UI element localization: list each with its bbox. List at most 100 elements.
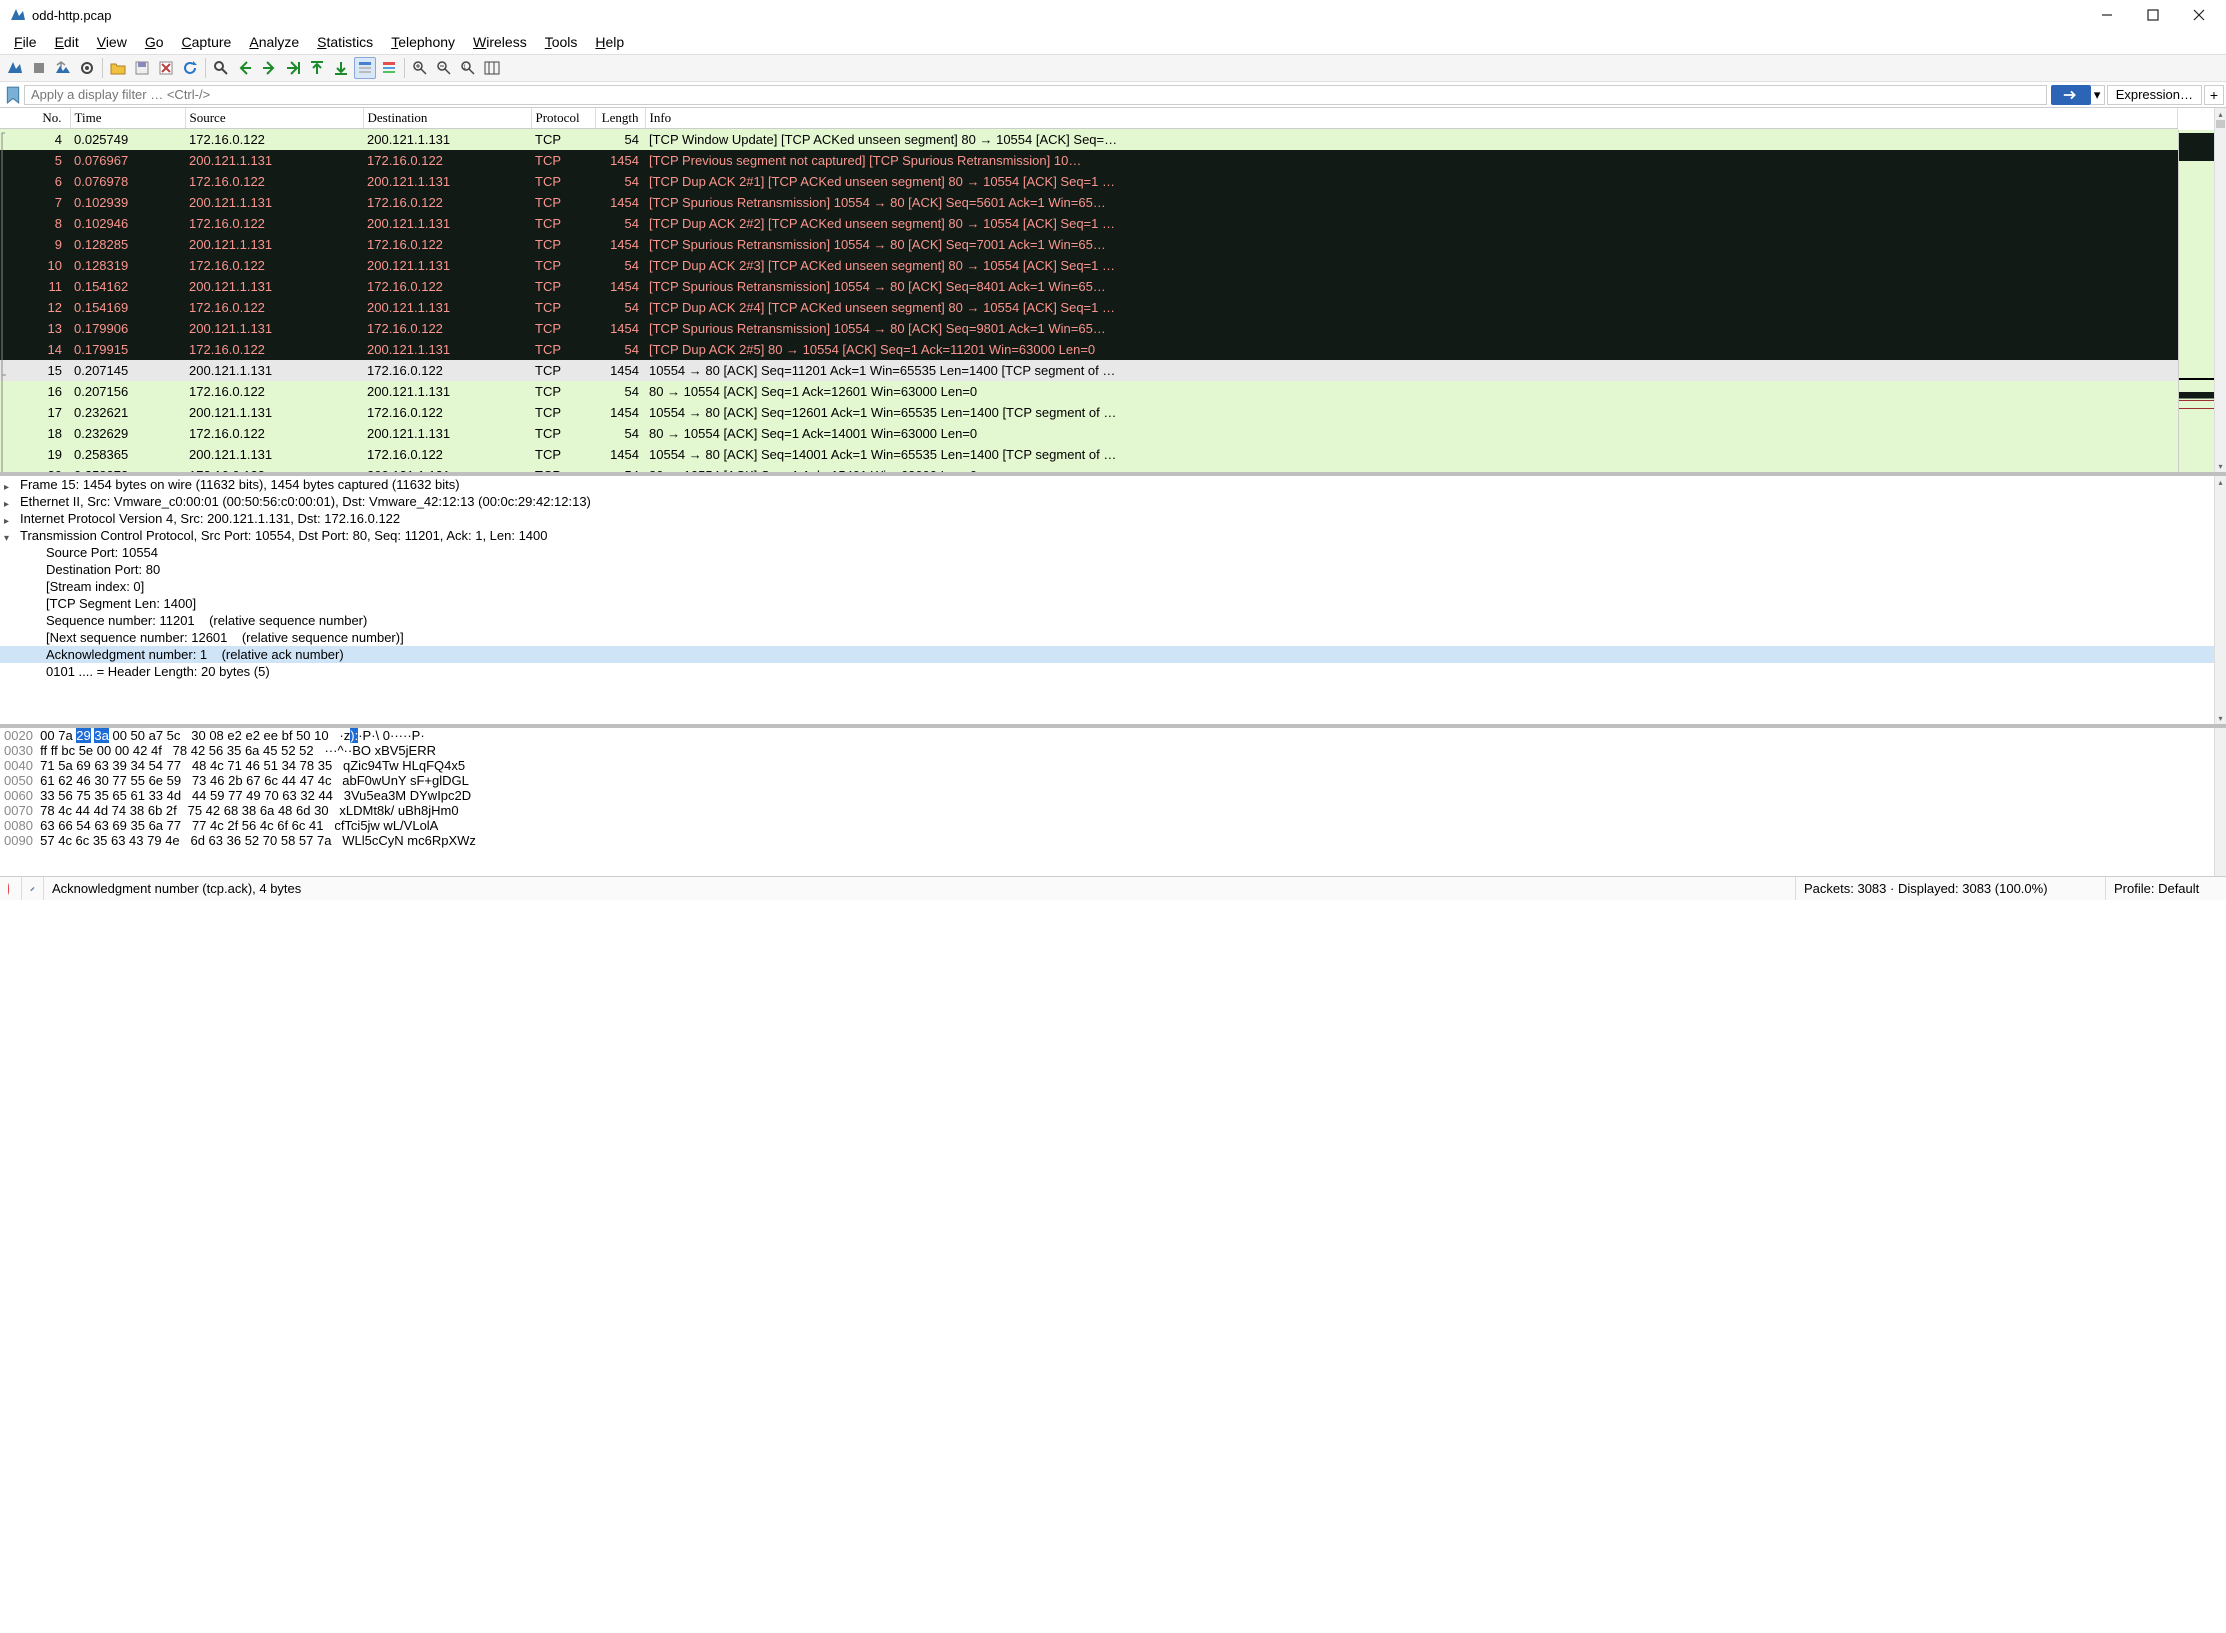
hex-line[interactable]: 0060 33 56 75 35 65 61 33 4d 44 59 77 49… (0, 788, 2226, 803)
hex-line[interactable]: 0020 00 7a 29 3a 00 50 a7 5c 30 08 e2 e2… (0, 728, 2226, 743)
details-scrollbar[interactable]: ▴ ▾ (2214, 476, 2226, 724)
packet-row[interactable]: 140.179915172.16.0.122200.121.1.131TCP54… (0, 339, 2178, 360)
menu-statistics[interactable]: Statistics (309, 32, 381, 52)
expert-info-button[interactable] (8, 883, 9, 895)
packet-row[interactable]: 180.232629172.16.0.122200.121.1.131TCP54… (0, 423, 2178, 444)
expand-icon[interactable] (4, 529, 14, 539)
display-filter-input[interactable] (24, 85, 2047, 105)
column-header-length[interactable]: Length (595, 108, 645, 129)
detail-line[interactable]: Frame 15: 1454 bytes on wire (11632 bits… (0, 476, 2226, 493)
status-profile[interactable]: Profile: Default (2106, 877, 2226, 900)
minimize-button[interactable] (2084, 0, 2130, 30)
menu-file[interactable]: File (6, 32, 45, 52)
resize-columns-button[interactable] (481, 57, 503, 79)
hex-line[interactable]: 0090 57 4c 6c 35 63 43 79 4e 6d 63 36 52… (0, 833, 2226, 848)
maximize-button[interactable] (2130, 0, 2176, 30)
apply-filter-button[interactable] (2051, 85, 2091, 105)
packet-minimap[interactable] (2178, 130, 2214, 472)
packet-row[interactable]: 150.207145200.121.1.131172.16.0.122TCP14… (0, 360, 2178, 381)
collapse-icon[interactable] (4, 512, 14, 522)
colorize-button[interactable] (378, 57, 400, 79)
close-file-button[interactable] (155, 57, 177, 79)
packet-row[interactable]: 110.154162200.121.1.131172.16.0.122TCP14… (0, 276, 2178, 297)
open-file-button[interactable] (107, 57, 129, 79)
zoom-in-button[interactable] (409, 57, 431, 79)
find-packet-button[interactable] (210, 57, 232, 79)
menu-edit[interactable]: Edit (47, 32, 87, 52)
collapse-icon[interactable] (4, 478, 14, 488)
packet-list-header[interactable]: No.TimeSourceDestinationProtocolLengthIn… (0, 108, 2178, 129)
detail-line[interactable]: Source Port: 10554 (0, 544, 2226, 561)
detail-line[interactable]: [Stream index: 0] (0, 578, 2226, 595)
column-header-time[interactable]: Time (70, 108, 185, 129)
go-back-button[interactable] (234, 57, 256, 79)
menu-telephony[interactable]: Telephony (383, 32, 463, 52)
detail-line[interactable]: Acknowledgment number: 1 (relative ack n… (0, 646, 2226, 663)
close-button[interactable] (2176, 0, 2222, 30)
packet-list-scrollbar[interactable]: ▴ ▾ (2214, 108, 2226, 472)
go-last-button[interactable] (330, 57, 352, 79)
detail-line[interactable]: Transmission Control Protocol, Src Port:… (0, 527, 2226, 544)
detail-line[interactable]: Internet Protocol Version 4, Src: 200.12… (0, 510, 2226, 527)
zoom-reset-button[interactable]: 1 (457, 57, 479, 79)
packet-row[interactable]: 80.102946172.16.0.122200.121.1.131TCP54[… (0, 213, 2178, 234)
hex-scrollbar[interactable] (2214, 728, 2226, 876)
packet-row[interactable]: 40.025749172.16.0.122200.121.1.131TCP54[… (0, 129, 2178, 150)
column-header-source[interactable]: Source (185, 108, 363, 129)
go-to-packet-button[interactable] (282, 57, 304, 79)
hex-line[interactable]: 0070 78 4c 44 4d 74 38 6b 2f 75 42 68 38… (0, 803, 2226, 818)
column-header-info[interactable]: Info (645, 108, 2178, 129)
start-capture-button[interactable] (4, 57, 26, 79)
auto-scroll-button[interactable] (354, 57, 376, 79)
bookmark-icon[interactable] (4, 86, 22, 104)
packet-row[interactable]: 70.102939200.121.1.131172.16.0.122TCP145… (0, 192, 2178, 213)
packet-row[interactable]: 200.258373172.16.0.122200.121.1.131TCP54… (0, 465, 2178, 477)
packet-row[interactable]: 90.128285200.121.1.131172.16.0.122TCP145… (0, 234, 2178, 255)
menubar: FileEditViewGoCaptureAnalyzeStatisticsTe… (0, 30, 2226, 54)
menu-analyze[interactable]: Analyze (241, 32, 307, 52)
detail-line[interactable]: [Next sequence number: 12601 (relative s… (0, 629, 2226, 646)
app-icon (10, 7, 26, 23)
column-header-no[interactable]: No. (0, 108, 70, 129)
packet-row[interactable]: 120.154169172.16.0.122200.121.1.131TCP54… (0, 297, 2178, 318)
column-header-protocol[interactable]: Protocol (531, 108, 595, 129)
capture-options-button[interactable] (76, 57, 98, 79)
hex-line[interactable]: 0050 61 62 46 30 77 55 6e 59 73 46 2b 67… (0, 773, 2226, 788)
packet-row[interactable]: 50.076967200.121.1.131172.16.0.122TCP145… (0, 150, 2178, 171)
packet-row[interactable]: 100.128319172.16.0.122200.121.1.131TCP54… (0, 255, 2178, 276)
menu-capture[interactable]: Capture (174, 32, 240, 52)
detail-line[interactable]: 0101 .... = Header Length: 20 bytes (5) (0, 663, 2226, 680)
collapse-icon[interactable] (4, 495, 14, 505)
packet-row[interactable]: 60.076978172.16.0.122200.121.1.131TCP54[… (0, 171, 2178, 192)
hex-line[interactable]: 0040 71 5a 69 63 39 34 54 77 48 4c 71 46… (0, 758, 2226, 773)
stop-capture-button[interactable] (28, 57, 50, 79)
zoom-out-button[interactable] (433, 57, 455, 79)
menu-wireless[interactable]: Wireless (465, 32, 535, 52)
packet-row[interactable]: 130.179906200.121.1.131172.16.0.122TCP14… (0, 318, 2178, 339)
go-forward-button[interactable] (258, 57, 280, 79)
filter-history-dropdown[interactable]: ▾ (2091, 85, 2105, 105)
restart-capture-button[interactable] (52, 57, 74, 79)
detail-line[interactable]: Destination Port: 80 (0, 561, 2226, 578)
reload-button[interactable] (179, 57, 201, 79)
packet-row[interactable]: 190.258365200.121.1.131172.16.0.122TCP14… (0, 444, 2178, 465)
packet-bytes-pane[interactable]: 0020 00 7a 29 3a 00 50 a7 5c 30 08 e2 e2… (0, 728, 2226, 876)
menu-help[interactable]: Help (587, 32, 632, 52)
packet-row[interactable]: 160.207156172.16.0.122200.121.1.131TCP54… (0, 381, 2178, 402)
column-header-destination[interactable]: Destination (363, 108, 531, 129)
detail-line[interactable]: [TCP Segment Len: 1400] (0, 595, 2226, 612)
save-file-button[interactable] (131, 57, 153, 79)
hex-line[interactable]: 0030 ff ff bc 5e 00 00 42 4f 78 42 56 35… (0, 743, 2226, 758)
menu-go[interactable]: Go (137, 32, 172, 52)
menu-tools[interactable]: Tools (537, 32, 586, 52)
go-first-button[interactable] (306, 57, 328, 79)
detail-line[interactable]: Sequence number: 11201 (relative sequenc… (0, 612, 2226, 629)
detail-line[interactable]: Ethernet II, Src: Vmware_c0:00:01 (00:50… (0, 493, 2226, 510)
expression-button[interactable]: Expression… (2107, 85, 2202, 105)
packet-row[interactable]: 170.232621200.121.1.131172.16.0.122TCP14… (0, 402, 2178, 423)
edit-capture-comment-button[interactable] (22, 877, 44, 900)
hex-line[interactable]: 0080 63 66 54 63 69 35 6a 77 77 4c 2f 56… (0, 818, 2226, 833)
add-filter-button[interactable]: + (2204, 85, 2224, 105)
packet-details-pane[interactable]: Frame 15: 1454 bytes on wire (11632 bits… (0, 476, 2226, 728)
menu-view[interactable]: View (89, 32, 135, 52)
